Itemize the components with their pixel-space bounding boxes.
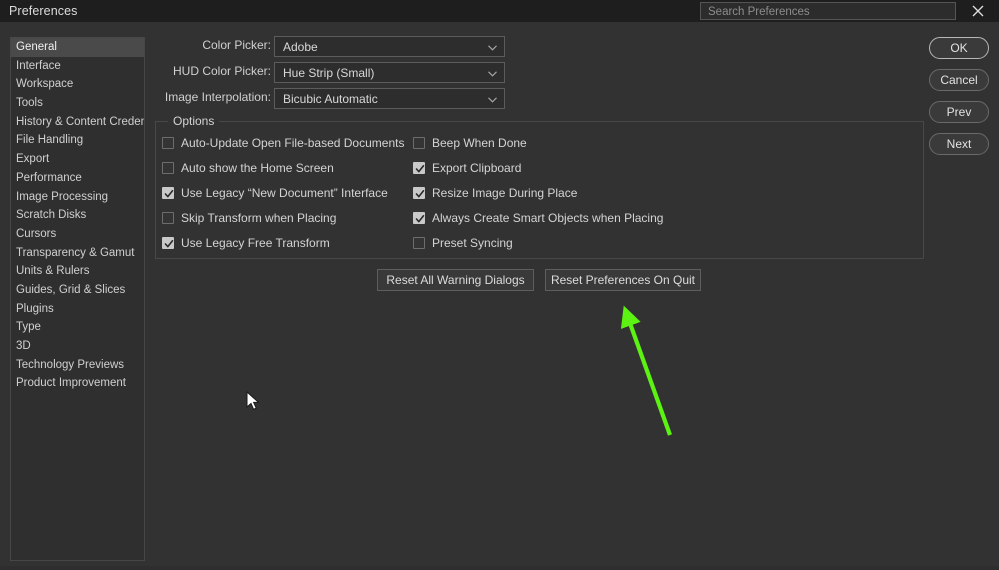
sidebar-item-label: Guides, Grid & Slices [16, 284, 125, 296]
sidebar-item-label: Workspace [16, 78, 73, 90]
ok-button[interactable]: OK [929, 37, 989, 59]
sidebar-item-label: Units & Rulers [16, 265, 90, 277]
checkbox-label: Always Create Smart Objects when Placing [432, 211, 663, 225]
chevron-down-icon [488, 97, 497, 103]
sidebar-item-label: History & Content Credentials [16, 116, 145, 128]
sidebar-item-label: Type [16, 321, 41, 333]
color-picker-value: Adobe [283, 40, 318, 54]
checkbox-box[interactable] [162, 187, 174, 199]
sidebar-item-label: Image Processing [16, 191, 108, 203]
checkbox-label: Resize Image During Place [432, 186, 577, 200]
sidebar-item-type[interactable]: Type [11, 318, 144, 337]
sidebar-item-general[interactable]: General [11, 38, 144, 57]
image-interpolation-dropdown[interactable]: Bicubic Automatic [274, 88, 505, 109]
chevron-down-icon [488, 71, 497, 77]
image-interpolation-row: Image Interpolation: Bicubic Automatic [155, 88, 505, 109]
title-bar: Preferences [0, 0, 999, 22]
checkbox-label: Beep When Done [432, 136, 527, 150]
checkbox-box[interactable] [413, 162, 425, 174]
image-interpolation-value: Bicubic Automatic [283, 92, 378, 106]
sidebar-item-label: Technology Previews [16, 359, 124, 371]
sidebar-item-technology-previews[interactable]: Technology Previews [11, 356, 144, 375]
sidebar-item-interface[interactable]: Interface [11, 57, 144, 76]
image-interpolation-label: Image Interpolation: [165, 90, 271, 104]
sidebar-item-label: Scratch Disks [16, 209, 86, 221]
sidebar-item-label: Transparency & Gamut [16, 247, 134, 259]
close-button[interactable] [968, 2, 988, 20]
checkbox-label: Auto show the Home Screen [181, 161, 334, 175]
checkbox-box[interactable] [413, 137, 425, 149]
checkbox-label: Use Legacy “New Document” Interface [181, 186, 388, 200]
sidebar-item-label: Product Improvement [16, 377, 126, 389]
sidebar-item-units-rulers[interactable]: Units & Rulers [11, 262, 144, 281]
hud-color-picker-label: HUD Color Picker: [173, 64, 271, 78]
reset-preferences-on-quit-button[interactable]: Reset Preferences On Quit [545, 269, 701, 291]
sidebar-item-label: Interface [16, 60, 61, 72]
sidebar-item-label: General [16, 41, 57, 53]
sidebar-item-label: Cursors [16, 228, 56, 240]
color-picker-row: Color Picker: Adobe [155, 36, 505, 57]
sidebar-item-cursors[interactable]: Cursors [11, 225, 144, 244]
checkbox-box[interactable] [162, 162, 174, 174]
checkbox-box[interactable] [162, 137, 174, 149]
sidebar-item-plugins[interactable]: Plugins [11, 300, 144, 319]
sidebar-item-tools[interactable]: Tools [11, 94, 144, 113]
hud-color-picker-row: HUD Color Picker: Hue Strip (Small) [155, 62, 505, 83]
checkbox-box[interactable] [413, 212, 425, 224]
color-picker-dropdown[interactable]: Adobe [274, 36, 505, 57]
mouse-pointer-icon [245, 391, 261, 413]
sidebar-item-history-content-credentials[interactable]: History & Content Credentials [11, 113, 144, 132]
search-preferences-box[interactable] [700, 2, 956, 20]
checkbox-label: Preset Syncing [432, 236, 513, 250]
checkbox-label: Auto-Update Open File-based Documents [181, 136, 404, 150]
category-list[interactable]: General Interface Workspace Tools Histor… [10, 37, 145, 561]
sidebar-item-export[interactable]: Export [11, 150, 144, 169]
sidebar-item-transparency-gamut[interactable]: Transparency & Gamut [11, 244, 144, 263]
sidebar-item-performance[interactable]: Performance [11, 169, 144, 188]
page-title: Preferences [9, 4, 78, 18]
sidebar-item-label: Plugins [16, 303, 54, 315]
checkbox-box[interactable] [413, 187, 425, 199]
sidebar-item-file-handling[interactable]: File Handling [11, 131, 144, 150]
sidebar-item-guides-grid-slices[interactable]: Guides, Grid & Slices [11, 281, 144, 300]
checkbox-box[interactable] [413, 237, 425, 249]
sidebar-item-label: Export [16, 153, 49, 165]
bottom-strip [0, 566, 999, 570]
hud-color-picker-value: Hue Strip (Small) [283, 66, 374, 80]
sidebar-item-scratch-disks[interactable]: Scratch Disks [11, 206, 144, 225]
color-picker-label: Color Picker: [202, 38, 271, 52]
sidebar-item-image-processing[interactable]: Image Processing [11, 188, 144, 207]
checkbox-label: Export Clipboard [432, 161, 521, 175]
sidebar-item-label: 3D [16, 340, 31, 352]
preferences-dialog: Preferences General Interface Workspace … [0, 0, 999, 570]
sidebar-item-label: Tools [16, 97, 43, 109]
sidebar-item-product-improvement[interactable]: Product Improvement [11, 374, 144, 393]
sidebar-item-label: File Handling [16, 134, 83, 146]
sidebar-item-3d[interactable]: 3D [11, 337, 144, 356]
sidebar-item-label: Performance [16, 172, 82, 184]
checkbox-label: Skip Transform when Placing [181, 211, 336, 225]
checkbox-box[interactable] [162, 212, 174, 224]
reset-all-warning-dialogs-button[interactable]: Reset All Warning Dialogs [377, 269, 534, 291]
hud-color-picker-dropdown[interactable]: Hue Strip (Small) [274, 62, 505, 83]
checkbox-box[interactable] [162, 237, 174, 249]
checkbox-label: Use Legacy Free Transform [181, 236, 330, 250]
next-button[interactable]: Next [929, 133, 989, 155]
options-group-legend: Options [168, 114, 219, 128]
prev-button[interactable]: Prev [929, 101, 989, 123]
sidebar-item-workspace[interactable]: Workspace [11, 75, 144, 94]
search-input[interactable] [706, 3, 955, 21]
chevron-down-icon [488, 45, 497, 51]
cancel-button[interactable]: Cancel [929, 69, 989, 91]
